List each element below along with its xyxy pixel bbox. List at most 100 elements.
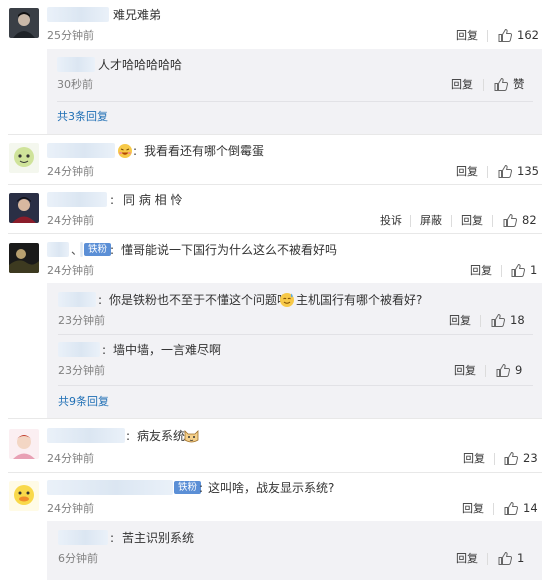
action-separator	[493, 503, 494, 515]
comment-text: 病友系统	[137, 429, 186, 443]
blurred-username[interactable]	[57, 57, 95, 72]
like-button[interactable]: 1	[498, 551, 524, 565]
user-avatar[interactable]	[9, 8, 39, 38]
name-colon: :	[110, 531, 115, 545]
like-count: 18	[510, 313, 525, 327]
user-avatar[interactable]	[9, 429, 39, 459]
name-colon: :	[110, 193, 115, 207]
thumbs-up-icon	[494, 77, 508, 91]
reply-button[interactable]: 回复	[456, 552, 478, 566]
blurred-username[interactable]	[58, 530, 108, 545]
reply-button[interactable]: 回复	[456, 29, 478, 43]
comment-time: 24分钟前	[47, 502, 94, 515]
thumbs-up-icon	[504, 451, 518, 465]
block-button[interactable]: 屏蔽	[420, 214, 442, 228]
like-button[interactable]: 23	[504, 451, 538, 465]
reply-text: 人才哈哈哈哈哈	[98, 58, 183, 72]
thumbs-up-icon	[503, 213, 517, 227]
comment-divider	[8, 418, 542, 419]
comment-time: 25分钟前	[47, 29, 94, 42]
blurred-username[interactable]	[47, 143, 115, 158]
reply-button[interactable]: 回复	[449, 314, 471, 328]
blurred-username[interactable]	[47, 428, 125, 443]
cat-face-emoji	[183, 428, 200, 444]
comment-text: 这叫啥，战友显示系统?	[208, 481, 335, 495]
reply-button[interactable]: 回复	[470, 264, 492, 278]
reply-button[interactable]: 回复	[462, 502, 484, 516]
action-separator	[480, 315, 481, 327]
comment-divider	[8, 134, 542, 135]
thumbs-up-icon	[498, 164, 512, 178]
name-colon: :	[199, 481, 204, 495]
like-button[interactable]: 18	[491, 313, 525, 327]
blurred-username[interactable]	[47, 7, 109, 22]
blurred-username[interactable]	[47, 192, 107, 207]
comment-time: 24分钟前	[47, 165, 94, 178]
comment-time: 24分钟前	[47, 264, 94, 277]
blurred-username[interactable]	[47, 242, 69, 257]
like-button[interactable]: 82	[503, 213, 537, 227]
reply-text: 主机国行有哪个被看好?	[296, 293, 423, 307]
action-separator	[451, 215, 452, 227]
comment-text: 懂哥能说一下国行为什么这么不被看好吗	[121, 243, 338, 257]
like-button[interactable]: 14	[504, 501, 538, 515]
thumbs-up-icon	[498, 28, 512, 42]
reply-time: 23分钟前	[58, 364, 105, 377]
like-button[interactable]: 9	[496, 363, 522, 377]
user-avatar[interactable]	[9, 143, 39, 173]
blurred-username[interactable]	[47, 480, 173, 495]
reply-divider	[58, 385, 533, 386]
like-button[interactable]: 1	[511, 263, 537, 277]
like-count: 162	[517, 28, 539, 42]
comment-text: 我看看还有哪个倒霉蛋	[144, 144, 265, 158]
like-count: 82	[522, 213, 537, 227]
action-separator	[487, 30, 488, 42]
action-separator	[483, 79, 484, 91]
reply-button[interactable]: 回复	[456, 165, 478, 179]
reply-divider	[57, 101, 533, 102]
thumbs-up-icon	[496, 363, 510, 377]
like-button[interactable]: 赞	[494, 77, 525, 91]
name-colon: :	[102, 343, 107, 357]
more-replies-link[interactable]: 共9条回复	[58, 395, 109, 409]
like-count: 14	[523, 501, 538, 515]
comment-text: 难兄难弟	[113, 8, 162, 22]
reply-button[interactable]: 回复	[451, 78, 473, 92]
action-separator	[487, 166, 488, 178]
like-count: 1	[530, 263, 538, 277]
name-colon: :	[98, 293, 103, 307]
comment-divider	[8, 233, 542, 234]
reply-text: 苦主识别系统	[122, 531, 195, 545]
laughing-face-emoji	[117, 143, 133, 159]
like-count: 135	[517, 164, 539, 178]
thumbs-up-icon	[511, 263, 525, 277]
thumbs-up-icon	[504, 501, 518, 515]
like-button[interactable]: 162	[498, 28, 539, 42]
blurred-username[interactable]	[58, 342, 100, 357]
blurred-username[interactable]	[58, 292, 96, 307]
like-button[interactable]: 135	[498, 164, 539, 178]
name-colon: :	[110, 243, 115, 257]
comment-text: 同 病 相 怜	[123, 193, 183, 207]
reply-time: 23分钟前	[58, 314, 105, 327]
like-count: 1	[517, 551, 525, 565]
action-separator	[487, 553, 488, 565]
user-avatar[interactable]	[9, 193, 39, 223]
reply-time: 6分钟前	[58, 552, 98, 565]
more-replies-link[interactable]: 共3条回复	[57, 110, 108, 124]
reply-button[interactable]: 回复	[454, 364, 476, 378]
user-avatar[interactable]	[9, 481, 39, 511]
thumbs-up-icon	[498, 551, 512, 565]
fan-badge: 铁粉	[174, 481, 202, 494]
action-separator	[485, 365, 486, 377]
reply-text: 你是铁粉也不至于不懂这个问题吧	[109, 293, 290, 307]
comment-divider	[8, 472, 542, 473]
reply-divider	[58, 334, 533, 335]
fan-badge: 铁粉	[84, 243, 112, 256]
name-colon: :	[133, 144, 138, 158]
reply-button[interactable]: 回复	[463, 452, 485, 466]
report-button[interactable]: 投诉	[380, 214, 402, 228]
user-avatar[interactable]	[9, 243, 39, 273]
like-count: 9	[515, 363, 523, 377]
reply-button[interactable]: 回复	[461, 214, 483, 228]
